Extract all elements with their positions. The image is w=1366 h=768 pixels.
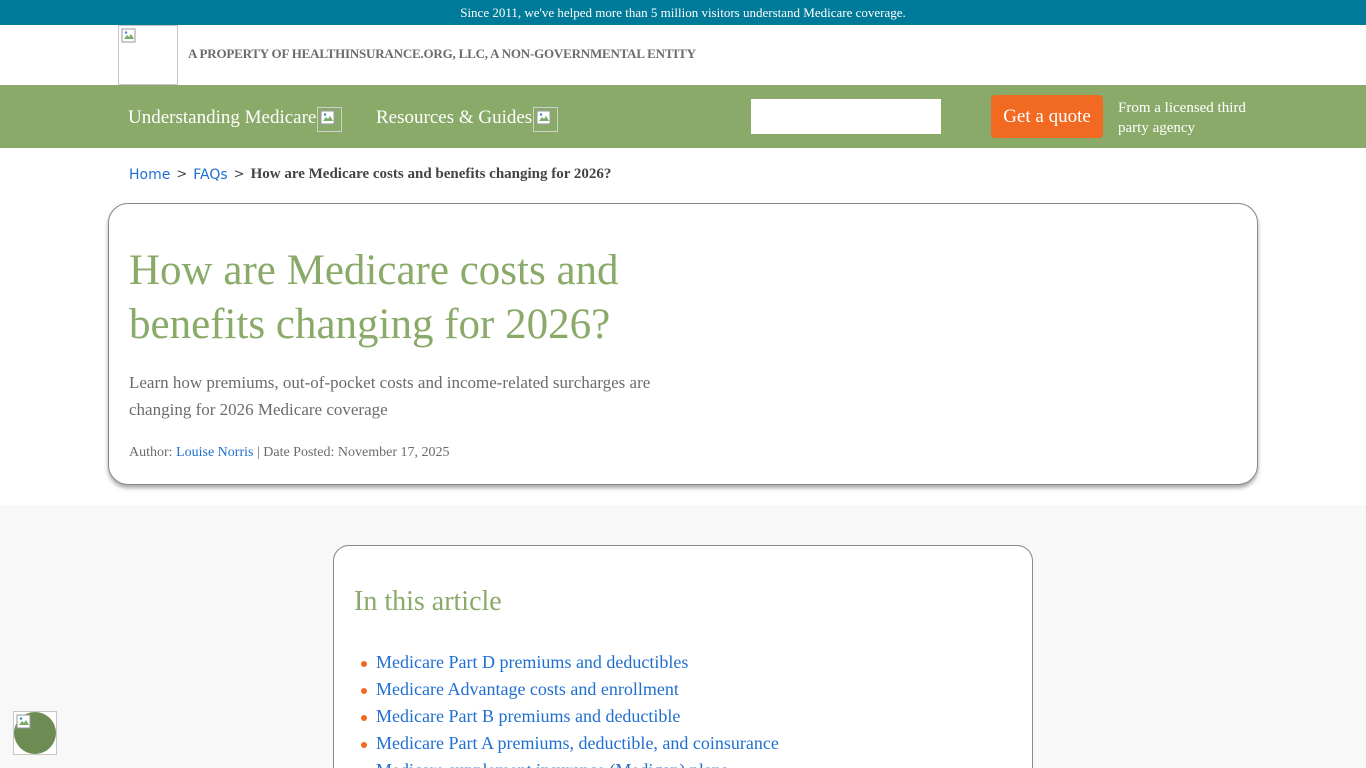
breadcrumb-home[interactable]: Home (129, 167, 170, 183)
toc-link[interactable]: Medicare Part D premiums and deductibles (376, 652, 688, 672)
licensed-agency-note: From a licensed third party agency (1118, 100, 1246, 136)
list-item: Medicare Part B premiums and deductible (361, 703, 779, 730)
toc-list: Medicare Part D premiums and deductibles… (361, 649, 779, 768)
top-banner: Since 2011, we've helped more than 5 mil… (0, 0, 1366, 25)
toc-link[interactable]: Medicare Advantage costs and enrollment (376, 679, 679, 699)
author-label: Author: (129, 445, 173, 460)
accessibility-button[interactable] (13, 711, 57, 755)
author-link[interactable]: Louise Norris (176, 445, 253, 460)
nav-resources-guides[interactable]: Resources & Guides (376, 105, 559, 132)
list-item: Medicare Part A premiums, deductible, an… (361, 730, 779, 757)
chevron-down-icon[interactable] (533, 107, 559, 132)
broken-image-icon (121, 28, 136, 43)
list-item: Medicare supplement insurance (Medigap) … (376, 757, 779, 768)
nav-item-label: Understanding Medicare (128, 106, 317, 128)
get-a-quote-button[interactable]: Get a quote (991, 95, 1103, 138)
article-meta: Author: Louise Norris | Date Posted: Nov… (129, 445, 450, 461)
table-of-contents: In this article Medicare Part D premiums… (333, 545, 1033, 768)
date-posted: | Date Posted: November 17, 2025 (256, 445, 450, 460)
toc-title: In this article (354, 586, 502, 617)
toc-link[interactable]: Medicare Part A premiums, deductible, an… (376, 733, 779, 753)
breadcrumb-separator: > (233, 167, 245, 182)
toc-link[interactable]: Medicare Part B premiums and deductible (376, 706, 680, 726)
article-header-card: How are Medicare costs and benefits chan… (108, 203, 1258, 485)
list-item: Medicare Part D premiums and deductibles (361, 649, 779, 676)
broken-image-icon (320, 110, 335, 125)
banner-text: Since 2011, we've helped more than 5 mil… (460, 4, 906, 20)
property-disclaimer: A PROPERTY OF HEALTHINSURANCE.ORG, LLC, … (188, 46, 696, 61)
page-title: How are Medicare costs and benefits chan… (129, 247, 619, 348)
breadcrumb-faqs[interactable]: FAQs (193, 167, 227, 183)
breadcrumb-current: How are Medicare costs and benefits chan… (250, 166, 612, 182)
page-subtitle: Learn how premiums, out-of-pocket costs … (129, 373, 651, 419)
broken-image-icon (536, 110, 551, 125)
list-item: Medicare Advantage costs and enrollment (361, 676, 779, 703)
broken-image-icon (16, 714, 31, 729)
site-logo[interactable] (118, 25, 178, 85)
breadcrumb: Home > FAQs > How are Medicare costs and… (129, 166, 611, 183)
site-header: A PROPERTY OF HEALTHINSURANCE.ORG, LLC, … (0, 25, 1366, 85)
breadcrumb-separator: > (176, 167, 188, 182)
chevron-down-icon[interactable] (317, 107, 343, 132)
nav-item-label: Resources & Guides (376, 106, 533, 128)
search-input[interactable] (751, 99, 941, 134)
nav-understanding-medicare[interactable]: Understanding Medicare (128, 105, 343, 132)
hero-section: Home > FAQs > How are Medicare costs and… (0, 148, 1366, 505)
toc-link[interactable]: Medicare supplement insurance (Medigap) … (376, 760, 728, 768)
main-nav: Understanding Medicare Resources & Guide… (0, 85, 1366, 148)
